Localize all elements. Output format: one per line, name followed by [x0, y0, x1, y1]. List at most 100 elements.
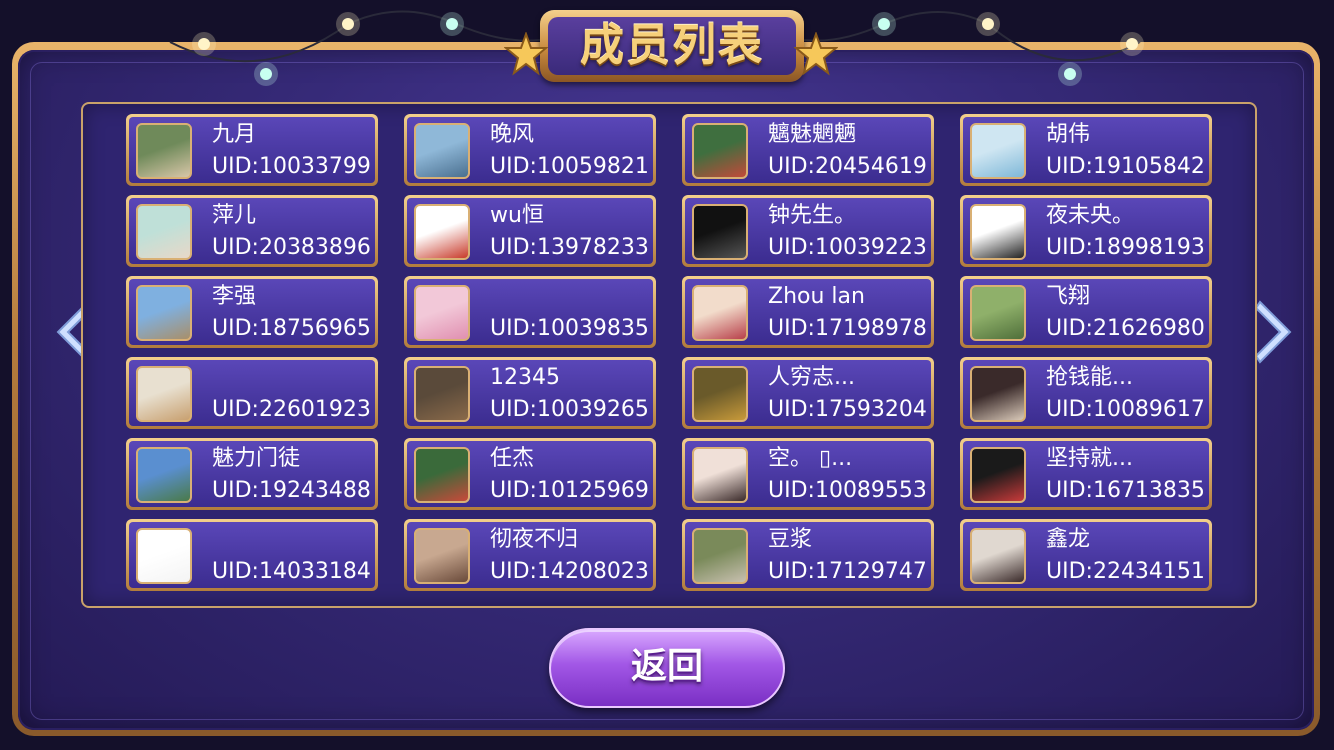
member-card-body: 胡伟 UID:19105842: [963, 117, 1209, 183]
back-button[interactable]: 返回: [549, 628, 785, 708]
member-name: Zhou lan: [768, 284, 865, 309]
member-uid: UID:17198978: [768, 316, 927, 341]
avatar: [692, 366, 748, 422]
member-card-body: 抢钱能... UID:10089617: [963, 360, 1209, 426]
member-name: 夜未央。: [1046, 203, 1135, 228]
member-name: 魑魅魍魉: [768, 122, 857, 147]
member-name: 12345: [490, 365, 560, 390]
member-name: [212, 524, 376, 556]
member-card-body: 九月 UID:10033799: [129, 117, 375, 183]
member-card-body: UID:10039835: [407, 279, 653, 345]
avatar: [970, 204, 1026, 260]
avatar: [692, 528, 748, 584]
star-icon-right: [794, 32, 838, 76]
avatar: [414, 123, 470, 179]
member-card[interactable]: 魅力门徒 UID:19243488: [126, 438, 378, 510]
member-uid: UID:10033799: [212, 154, 371, 179]
member-card[interactable]: 胡伟 UID:19105842: [960, 114, 1212, 186]
member-card[interactable]: 空。 ▯... UID:10089553: [682, 438, 934, 510]
member-card-body: 任杰 UID:10125969: [407, 441, 653, 507]
member-card[interactable]: Zhou lan UID:17198978: [682, 276, 934, 348]
member-card[interactable]: UID:10039835: [404, 276, 656, 348]
back-button-label: 返回: [630, 646, 703, 687]
member-card[interactable]: 豆浆 UID:17129747: [682, 519, 934, 591]
member-uid: UID:22434151: [1046, 559, 1205, 584]
member-card[interactable]: 12345 UID:10039265: [404, 357, 656, 429]
avatar: [970, 285, 1026, 341]
avatar: [414, 366, 470, 422]
member-uid: UID:20383896: [212, 235, 371, 260]
page-title: 成员列表: [580, 20, 764, 71]
member-name: 萍儿: [212, 203, 257, 228]
member-name: 任杰: [490, 446, 535, 471]
member-card-body: 坚持就... UID:16713835: [963, 441, 1209, 507]
avatar: [692, 204, 748, 260]
member-card[interactable]: 晚风 UID:10059821: [404, 114, 656, 186]
member-name: 晚风: [490, 122, 535, 147]
member-card[interactable]: 九月 UID:10033799: [126, 114, 378, 186]
avatar: [692, 123, 748, 179]
member-card-body: UID:22601923: [129, 360, 375, 426]
avatar: [692, 285, 748, 341]
member-card[interactable]: UID:14033184: [126, 519, 378, 591]
member-card-body: 鑫龙 UID:22434151: [963, 522, 1209, 588]
member-card[interactable]: 魑魅魍魉 UID:20454619: [682, 114, 934, 186]
member-uid: UID:10089553: [768, 478, 927, 503]
member-card[interactable]: 坚持就... UID:16713835: [960, 438, 1212, 510]
member-card-body: 飞翔 UID:21626980: [963, 279, 1209, 345]
member-card[interactable]: 鑫龙 UID:22434151: [960, 519, 1212, 591]
member-uid: UID:10089617: [1046, 397, 1205, 422]
member-uid: UID:17593204: [768, 397, 927, 422]
member-card-body: 魑魅魍魉 UID:20454619: [685, 117, 931, 183]
member-card-body: 魅力门徒 UID:19243488: [129, 441, 375, 507]
member-card-body: UID:14033184: [129, 522, 375, 588]
avatar: [414, 528, 470, 584]
star-icon-left: [504, 32, 548, 76]
member-card[interactable]: 飞翔 UID:21626980: [960, 276, 1212, 348]
member-card[interactable]: 人穷志... UID:17593204: [682, 357, 934, 429]
member-uid: UID:18998193: [1046, 235, 1205, 260]
avatar: [136, 285, 192, 341]
member-card[interactable]: 李强 UID:18756965: [126, 276, 378, 348]
avatar: [414, 204, 470, 260]
member-card-body: 豆浆 UID:17129747: [685, 522, 931, 588]
member-name: 鑫龙: [1046, 527, 1091, 552]
member-uid: UID:21626980: [1046, 316, 1205, 341]
member-uid: UID:22601923: [212, 397, 371, 422]
member-card[interactable]: 任杰 UID:10125969: [404, 438, 656, 510]
avatar: [414, 285, 470, 341]
avatar: [692, 447, 748, 503]
avatar: [970, 447, 1026, 503]
member-uid: UID:17129747: [768, 559, 927, 584]
member-card[interactable]: wu恒 UID:13978233: [404, 195, 656, 267]
member-card[interactable]: 钟先生。 UID:10039223: [682, 195, 934, 267]
member-uid: UID:10039265: [490, 397, 649, 422]
member-name: 抢钱能...: [1046, 365, 1133, 390]
member-card[interactable]: 夜未央。 UID:18998193: [960, 195, 1212, 267]
member-uid: UID:10039835: [490, 316, 649, 341]
member-name: 彻夜不归: [490, 527, 579, 552]
member-card-body: 萍儿 UID:20383896: [129, 198, 375, 264]
member-name: 胡伟: [1046, 122, 1091, 147]
member-uid: UID:19105842: [1046, 154, 1205, 179]
member-uid: UID:20454619: [768, 154, 927, 179]
member-name: 魅力门徒: [212, 446, 301, 471]
avatar: [136, 366, 192, 422]
next-page-arrow-icon[interactable]: [1254, 300, 1296, 364]
member-name: 豆浆: [768, 527, 813, 552]
member-card-body: Zhou lan UID:17198978: [685, 279, 931, 345]
member-card[interactable]: 抢钱能... UID:10089617: [960, 357, 1212, 429]
member-name: 钟先生。: [768, 203, 857, 228]
member-uid: UID:16713835: [1046, 478, 1205, 503]
member-card[interactable]: 萍儿 UID:20383896: [126, 195, 378, 267]
member-card[interactable]: 彻夜不归 UID:14208023: [404, 519, 656, 591]
member-uid: UID:10125969: [490, 478, 649, 503]
member-name: 九月: [212, 122, 257, 147]
member-card-body: 空。 ▯... UID:10089553: [685, 441, 931, 507]
member-card[interactable]: UID:22601923: [126, 357, 378, 429]
member-name: wu恒: [490, 203, 544, 228]
avatar: [970, 123, 1026, 179]
member-name: [212, 362, 376, 394]
member-card-body: 12345 UID:10039265: [407, 360, 653, 426]
member-name: 坚持就...: [1046, 446, 1133, 471]
